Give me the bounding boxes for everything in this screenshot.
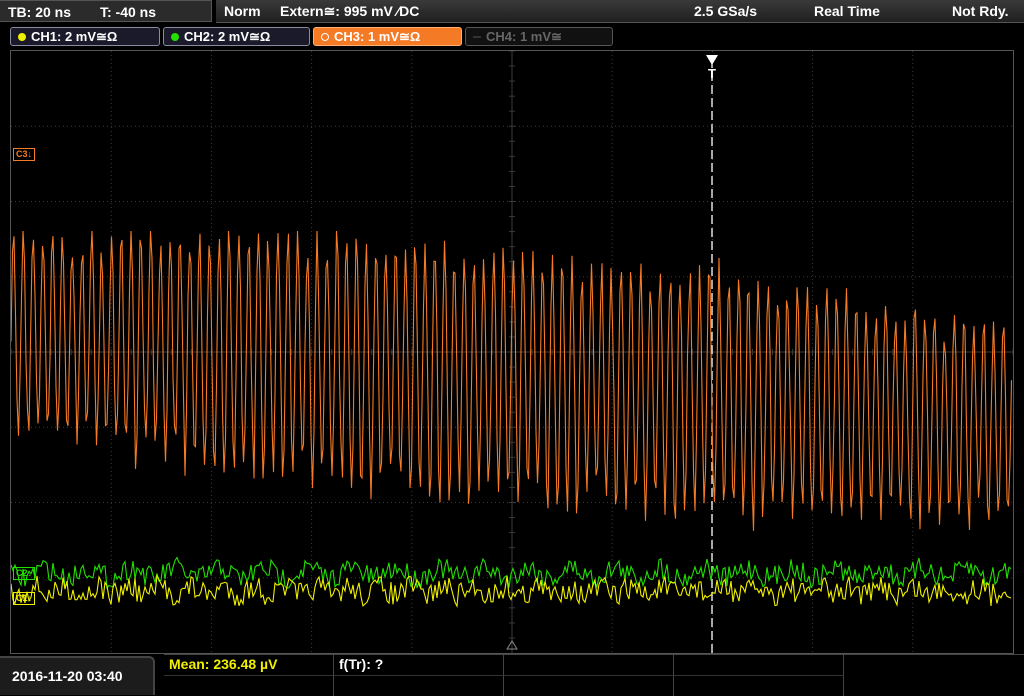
- channel-1-label: CH1: 2 mV≅Ω: [31, 29, 118, 44]
- channel-3-button[interactable]: CH3: 1 mV≅Ω: [313, 27, 462, 46]
- channel-4-label: CH4: 1 mV≅: [486, 29, 562, 44]
- channel-3-level-marker[interactable]: C3↓: [13, 148, 36, 161]
- measurement-cell-empty[interactable]: [164, 675, 334, 696]
- channel-3-indicator-icon: [321, 33, 329, 41]
- acquisition-state: Not Rdy.: [952, 3, 1009, 19]
- timebase-label: TB: 20 ns: [8, 4, 72, 20]
- measurement-cell-empty[interactable]: [504, 655, 674, 675]
- channel-2-button[interactable]: CH2: 2 mV≅Ω: [163, 27, 310, 46]
- channel-3-label: CH3: 1 mV≅Ω: [334, 29, 421, 44]
- measurement-panel[interactable]: Mean: 236.48 µV f(Tr): ?: [164, 654, 1024, 696]
- waveform-display[interactable]: T C3↓ C2↓ C1↓: [10, 50, 1014, 654]
- measurement-cell-empty[interactable]: [674, 675, 844, 696]
- channel-bar: CH1: 2 mV≅Ω CH2: 2 mV≅Ω CH3: 1 mV≅Ω CH4:…: [0, 24, 1024, 49]
- datetime-label: 2016-11-20 03:40: [12, 668, 123, 684]
- trigger-source: Extern≅: 995 mV ∕DC: [280, 3, 420, 19]
- graticule: [11, 51, 1013, 653]
- timebase-panel[interactable]: TB: 20 ns T: -40 ns: [0, 0, 212, 22]
- ftr-measurement: f(Tr): ?: [339, 656, 384, 672]
- mean-measurement: Mean: 236.48 µV: [169, 656, 278, 672]
- channel-1-button[interactable]: CH1: 2 mV≅Ω: [10, 27, 160, 46]
- trigger-offset-label: T: -40 ns: [100, 4, 157, 20]
- measurement-cell-empty[interactable]: [504, 675, 674, 696]
- measurement-cell-empty[interactable]: [674, 655, 844, 675]
- channel-4-button[interactable]: CH4: 1 mV≅: [465, 27, 613, 46]
- datetime-panel[interactable]: 2016-11-20 03:40: [0, 656, 155, 695]
- acquisition-mode: Real Time: [814, 3, 880, 19]
- channel-2-label: CH2: 2 mV≅Ω: [184, 29, 271, 44]
- acquisition-status-bar[interactable]: Norm Extern≅: 995 mV ∕DC 2.5 GSa/s Real …: [216, 0, 1024, 23]
- channel-2-level-marker[interactable]: C2↓: [13, 567, 36, 580]
- channel-1-indicator-icon: [18, 33, 26, 41]
- waveform-canvas: T: [11, 51, 1013, 653]
- top-bar: TB: 20 ns T: -40 ns Norm Extern≅: 995 mV…: [0, 0, 1024, 24]
- trigger-arrow-icon: [706, 55, 718, 65]
- trigger-marker-label: T: [708, 66, 716, 81]
- channel-3-trace: [11, 230, 1013, 531]
- sample-rate: 2.5 GSa/s: [694, 3, 758, 19]
- measurement-cell-ftr[interactable]: f(Tr): ?: [334, 655, 504, 675]
- bottom-bar: 2016-11-20 03:40 Mean: 236.48 µV f(Tr): …: [0, 654, 1024, 696]
- measurement-cell-empty[interactable]: [334, 675, 504, 696]
- measurement-cell-mean[interactable]: Mean: 236.48 µV: [164, 655, 334, 675]
- channel-1-level-marker[interactable]: C1↓: [13, 592, 36, 605]
- channel-4-indicator-icon: [473, 36, 481, 38]
- channel-2-indicator-icon: [171, 33, 179, 41]
- trigger-mode: Norm: [224, 3, 261, 19]
